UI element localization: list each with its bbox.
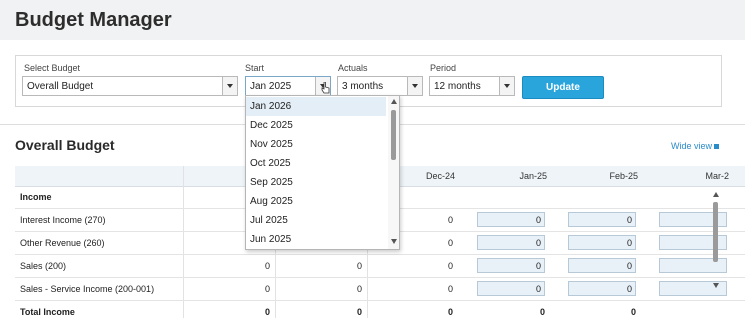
dropdown-option[interactable]: Sep 2025 — [246, 173, 386, 192]
period-dropdown[interactable]: 12 months — [429, 76, 515, 96]
row-label: Total Income — [20, 307, 75, 317]
wide-view-link[interactable]: Wide view — [671, 141, 720, 151]
column-header: Dec-24 — [425, 171, 455, 181]
budget-input[interactable]: 0 — [568, 235, 636, 250]
start-dropdown-list: Jan 2026 Dec 2025 Nov 2025 Oct 2025 Sep … — [245, 95, 400, 250]
budget-input[interactable]: 0 — [477, 281, 545, 296]
period-value: 12 months — [434, 81, 481, 92]
dropdown-option[interactable]: Dec 2025 — [246, 116, 386, 135]
chevron-down-icon[interactable] — [222, 77, 237, 95]
budget-input[interactable]: 0 — [568, 258, 636, 273]
select-budget-value: Overall Budget — [27, 81, 94, 92]
select-budget-dropdown[interactable]: Overall Budget — [22, 76, 238, 96]
cell-value: 0 — [447, 238, 453, 248]
start-dropdown[interactable]: Jan 2025 — [245, 76, 331, 96]
cell-value: 0 — [264, 307, 270, 317]
row-label: Income — [20, 192, 52, 202]
dropdown-option[interactable]: Aug 2025 — [246, 192, 386, 211]
cell-value: 0 — [356, 284, 362, 294]
app-title: Budget Manager — [15, 9, 172, 31]
budget-input[interactable]: 0 — [477, 235, 545, 250]
expand-icon — [714, 144, 720, 149]
cell-value: 0 — [539, 307, 545, 317]
start-value: Jan 2025 — [250, 81, 292, 92]
dropdown-option[interactable]: Jun 2025 — [246, 230, 386, 249]
cell-value: 0 — [447, 307, 453, 317]
start-label: Start — [245, 63, 265, 73]
select-budget-label: Select Budget — [24, 63, 81, 73]
dropdown-option[interactable]: Nov 2025 — [246, 135, 386, 154]
dropdown-scrollbar-thumb[interactable] — [391, 110, 396, 160]
chevron-down-icon[interactable] — [407, 77, 422, 95]
actuals-dropdown[interactable]: 3 months — [337, 76, 423, 96]
dropdown-option[interactable]: Jan 2026 — [246, 97, 386, 116]
actuals-label: Actuals — [338, 63, 368, 73]
dropdown-scrollbar[interactable] — [388, 96, 399, 249]
dropdown-option[interactable]: Jul 2025 — [246, 211, 386, 230]
table-row: Sales (200) 0 0 0 0 0 — [15, 255, 745, 278]
scroll-up-icon[interactable] — [713, 192, 719, 197]
cell-value: 0 — [447, 261, 453, 271]
column-header: Jan-25 — [519, 171, 547, 181]
dropdown-option[interactable]: Oct 2025 — [246, 154, 386, 173]
cell-value: 0 — [630, 307, 636, 317]
budget-input[interactable]: 0 — [568, 212, 636, 227]
row-label: Sales - Service Income (200-001) — [20, 284, 155, 294]
table-scrollbar-thumb[interactable] — [713, 202, 718, 262]
budget-input[interactable]: 0 — [477, 258, 545, 273]
chevron-down-icon[interactable] — [499, 77, 514, 95]
table-row: Sales - Service Income (200-001) 0 0 0 0… — [15, 278, 745, 301]
app-header: Budget Manager — [0, 0, 745, 40]
column-header: Feb-25 — [609, 171, 638, 181]
row-label: Sales (200) — [20, 261, 67, 271]
update-button[interactable]: Update — [522, 76, 604, 99]
budget-input[interactable]: 0 — [477, 212, 545, 227]
wide-view-label: Wide view — [671, 141, 713, 151]
cell-value: 0 — [264, 261, 270, 271]
table-row: Total Income 0 0 0 0 0 — [15, 301, 745, 318]
column-header: Mar-2 — [705, 171, 729, 181]
scroll-up-icon[interactable] — [391, 99, 397, 104]
scroll-down-icon[interactable] — [713, 283, 719, 288]
scroll-down-icon[interactable] — [391, 239, 397, 244]
actuals-value: 3 months — [342, 81, 384, 92]
cell-value: 0 — [356, 261, 362, 271]
cell-value: 0 — [356, 307, 362, 317]
row-label: Other Revenue (260) — [20, 238, 105, 248]
cell-value: 0 — [447, 284, 453, 294]
cell-value: 0 — [447, 215, 453, 225]
cell-value: 0 — [264, 284, 270, 294]
row-label: Interest Income (270) — [20, 215, 106, 225]
section-title: Overall Budget — [15, 137, 115, 153]
budget-input[interactable]: 0 — [568, 281, 636, 296]
hand-cursor-icon — [321, 82, 330, 94]
period-label: Period — [430, 63, 457, 73]
